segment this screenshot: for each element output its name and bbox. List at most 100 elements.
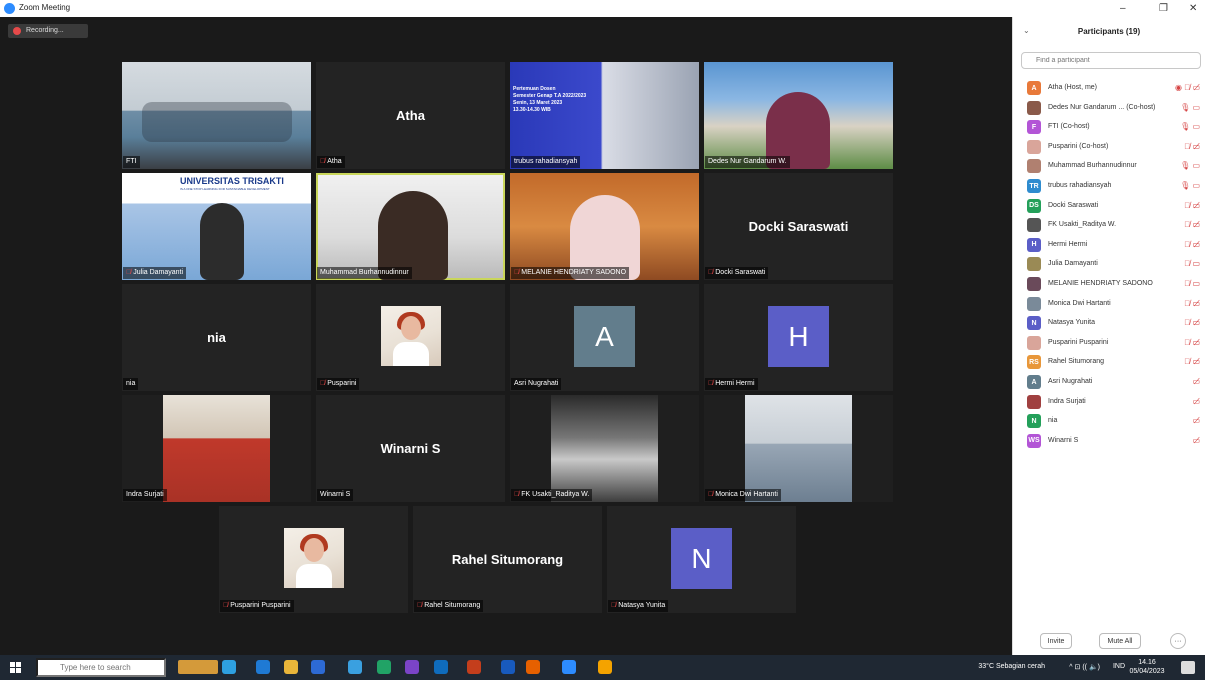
taskbar-app-icon[interactable] [526,660,540,674]
avatar: TR [1027,179,1041,193]
video-tile[interactable]: Winarni S Winarni S [316,395,505,502]
participant-row[interactable]: MELANIE HENDRIATY SADONO 🎙̸ ▭ [1013,274,1205,294]
taskbar-app-icon[interactable] [467,660,481,674]
participant-row[interactable]: DS Docki Saraswati 🎙̸ ▭̸ [1013,196,1205,216]
video-tile[interactable]: 🎙̸ Pusparini [316,284,505,391]
taskbar-app-icon[interactable] [311,660,325,674]
invite-button[interactable]: Invite [1040,633,1072,649]
video-tile[interactable]: H 🎙̸ Hermi Hermi [704,284,893,391]
more-options-button[interactable]: ··· [1170,633,1186,649]
participant-row[interactable]: F FTI (Co-host) 🎙 ▭ [1013,117,1205,137]
participant-row[interactable]: TR trubus rahadiansyah 🎙 ▭ [1013,176,1205,196]
participant-status-icons: 🎙̸ ▭̸ [1184,337,1200,347]
participant-search-input[interactable] [1021,52,1201,69]
weather-widget[interactable]: 33°C Sebagian cerah [978,663,1045,670]
participant-display-name: Rahel Situmorang [451,552,564,567]
video-tile[interactable]: nia nia [122,284,311,391]
language-indicator[interactable]: IND [1113,663,1125,670]
taskbar-app-icon[interactable] [178,660,218,674]
video-tile[interactable]: Indra Surjati [122,395,311,502]
clock-date: 05/04/2023 [1129,668,1165,675]
taskbar-app-icon[interactable] [222,660,236,674]
participant-row[interactable]: Pusparini Pusparini 🎙̸ ▭̸ [1013,333,1205,353]
participant-name: Julia Damayanti [133,269,184,276]
participant-row[interactable]: A Asri Nugrahati ▭̸ [1013,372,1205,392]
participant-row[interactable]: RS Rahel Situmorang 🎙̸ ▭̸ [1013,352,1205,372]
video-tile[interactable]: Rahel Situmorang 🎙̸ Rahel Situmorang [413,506,602,613]
restore-icon[interactable]: ❐ [1159,3,1168,14]
recording-indicator[interactable]: Recording... [8,24,88,38]
participant-name-label: 🎙̸ Julia Damayanti [123,267,187,279]
profile-photo [284,528,344,588]
participant-name: Asri Nugrahati [1048,378,1093,385]
taskbar-app-icon[interactable] [284,660,298,674]
video-tile[interactable]: Dedes Nur Gandarum W. [704,62,893,169]
participant-name-label: 🎙̸ Docki Saraswati [705,267,769,279]
taskbar-app-icon[interactable] [348,660,362,674]
video-tile[interactable]: FTI [122,62,311,169]
participant-name-label: Indra Surjati [123,489,167,501]
video-tile[interactable]: Pertemuan Dosen Semester Genap T.A 2022/2… [510,62,699,169]
taskbar-app-icon[interactable] [434,660,448,674]
avatar [1027,335,1041,350]
participant-row[interactable]: Muhammad Burhannudinnur 🎙 ▭ [1013,156,1205,176]
taskbar-app-icon[interactable] [562,660,576,674]
minimize-icon[interactable]: – [1120,3,1126,14]
panel-title: Participants (19) [1077,27,1141,36]
participant-name: FTI (Co-host) [1048,123,1090,131]
participant-status-icons: ▭̸ [1192,396,1200,406]
taskbar-app-icon[interactable] [598,660,612,674]
avatar [1027,139,1041,154]
tray-icons[interactable]: ^ ⊡ (( 🔈) [1069,663,1100,671]
avatar: A [1027,375,1041,389]
participant-row[interactable]: Nnia ▭̸ [1013,411,1205,431]
video-tile[interactable]: Muhammad Burhannudinnur [316,173,505,280]
video-tile[interactable]: 🎙̸ Monica Dwi Hartanti [704,395,893,502]
clock[interactable]: 14.16 05/04/2023 [1127,658,1167,676]
participant-name-label: Dedes Nur Gandarum W. [705,156,790,168]
mic-muted-icon: 🎙̸ [320,158,326,165]
participant-row[interactable]: Dedes Nur Gandarum ... (Co-host) 🎙 ▭ [1013,98,1205,118]
participant-row[interactable]: H Hermi Hermi 🎙̸ ▭̸ [1013,235,1205,255]
recording-label: Recording... [26,27,64,34]
taskbar-app-icon[interactable] [501,660,515,674]
participant-status-icons: 🎙̸ ▭̸ [1184,298,1200,308]
video-tile[interactable]: N 🎙̸ Natasya Yunita [607,506,796,613]
avatar: N [1027,316,1041,331]
video-tile[interactable]: UNIVERSITAS TRISAKTI IS A ONE STOP LEARNI… [122,173,311,280]
participant-row[interactable]: Pusparini (Co-host) 🎙̸ ▭̸ [1013,137,1205,157]
taskbar-search-input[interactable] [36,658,166,677]
participant-row[interactable]: A Atha (Host, me) ◉ 🎙̸ ▭̸ [1013,78,1205,98]
participant-row[interactable]: Indra Surjati ▭̸ [1013,392,1205,412]
windows-start-icon[interactable] [10,662,21,673]
video-tile[interactable]: Atha 🎙̸ Atha [316,62,505,169]
recording-dot-icon [13,27,21,35]
close-icon[interactable]: ✕ [1189,3,1197,14]
video-tile[interactable]: 🎙̸ FK Usakti_Raditya W. [510,395,699,502]
participant-status-icons: 🎙 ▭ [1180,102,1200,112]
shared-slide: Pertemuan Dosen Semester Genap T.A 2022/2… [510,62,699,169]
participant-name-label: Muhammad Burhannudinnur [317,267,412,279]
participant-row[interactable]: WS Winarni S ▭̸ [1013,431,1205,451]
participant-row[interactable]: FK Usakti_Raditya W. 🎙̸ ▭̸ [1013,215,1205,235]
participant-row[interactable]: Monica Dwi Hartanti 🎙̸ ▭̸ [1013,294,1205,314]
taskbar-app-icon[interactable] [256,660,270,674]
participant-name: MELANIE HENDRIATY SADONO [1048,280,1153,287]
participant-name-label: 🎙̸ Hermi Hermi [705,378,758,390]
taskbar-app-icon[interactable] [377,660,391,674]
video-tile[interactable]: 🎙̸ Pusparini Pusparini [219,506,408,613]
profile-photo [381,306,441,366]
participant-name: Atha [327,158,342,165]
participants-panel: – ❐ ✕ ⌄ Participants (19) ⌕ AAtha (Host,… [1012,3,1205,655]
video-tile[interactable]: A Asri Nugrahati [510,284,699,391]
avatar: DS [1027,198,1041,213]
participant-row[interactable]: N Natasya Yunita 🎙̸ ▭̸ [1013,313,1205,333]
video-tile[interactable]: Docki Saraswati 🎙̸ Docki Saraswati [704,173,893,280]
participant-row[interactable]: Julia Damayanti 🎙̸ ▭ [1013,254,1205,274]
participant-name-label: Asri Nugrahati [511,378,562,390]
notifications-icon[interactable] [1181,661,1195,674]
taskbar-app-icon[interactable] [405,660,419,674]
mute-all-button[interactable]: Mute All [1099,633,1141,649]
avatar: F [1027,120,1041,135]
video-tile[interactable]: 🎙̸ MELANIE HENDRIATY SADONO [510,173,699,280]
